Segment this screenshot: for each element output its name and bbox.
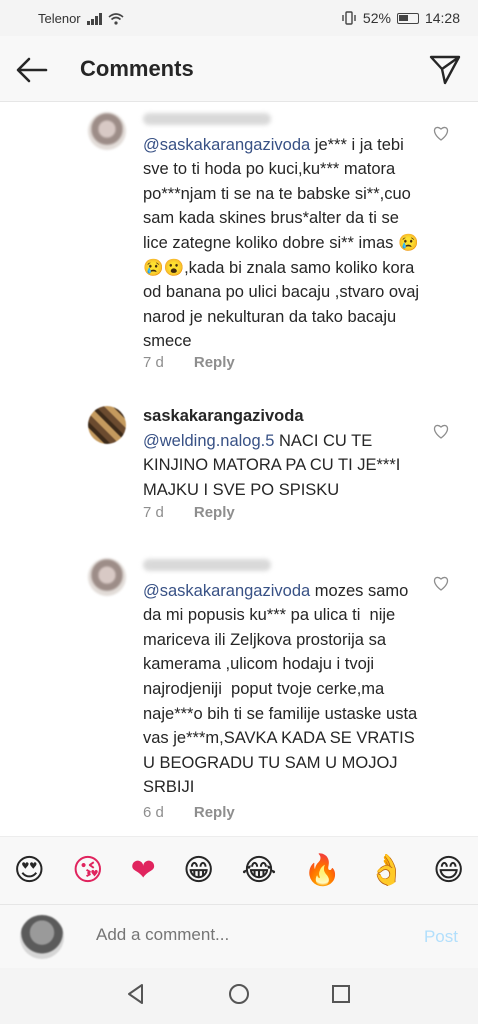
nav-recents-icon[interactable]	[329, 982, 353, 1006]
comment-meta: 7 d Reply	[143, 354, 235, 371]
reply-button[interactable]: Reply	[194, 354, 235, 371]
my-avatar	[20, 915, 64, 959]
heart-icon[interactable]	[432, 574, 450, 592]
comment-item: saskakarangazivoda @welding.nalog.5 NACI…	[0, 396, 478, 536]
mention-link[interactable]: @saskakarangazivoda	[143, 582, 310, 600]
system-nav-bar	[0, 968, 478, 1024]
arrow-left-icon[interactable]	[14, 52, 50, 88]
paper-plane-icon[interactable]	[428, 52, 462, 86]
comment-body: je*** i ja tebi sve to ti hoda po kuci,k…	[143, 135, 424, 351]
emoji-bar: 😍 😘 ❤ 😁 😂 🔥 👌 😄	[0, 836, 478, 904]
page-title: Comments	[80, 56, 194, 81]
comment-item: @saskakarangazivoda mozes samo da mi pop…	[0, 548, 478, 832]
comment-input[interactable]	[96, 925, 396, 945]
clock: 14:28	[424, 10, 460, 26]
status-left: Telenor	[38, 11, 124, 26]
comment-time: 7 d	[143, 504, 164, 521]
avatar[interactable]	[88, 558, 126, 596]
reply-button[interactable]: Reply	[194, 804, 235, 821]
comment-time: 6 d	[143, 804, 164, 821]
heart-icon[interactable]	[432, 124, 450, 142]
username-blurred[interactable]	[143, 559, 271, 571]
emoji-tears-of-joy[interactable]: 😂	[242, 853, 277, 888]
mention-link[interactable]: @saskakarangazivoda	[143, 136, 310, 154]
comment-text: @saskakarangazivoda je*** i ja tebi sve …	[143, 108, 421, 354]
comment-meta: 6 d Reply	[143, 804, 235, 821]
emoji-heart-eyes[interactable]: 😍	[14, 853, 45, 888]
username-blurred[interactable]	[143, 113, 271, 125]
emoji-smile[interactable]: 😄	[433, 853, 464, 888]
header: Comments	[0, 36, 478, 102]
avatar[interactable]	[88, 406, 126, 444]
comment-composer: Post	[0, 904, 478, 968]
emoji-red-heart[interactable]: ❤	[131, 853, 156, 888]
emoji-grin[interactable]: 😁	[183, 853, 214, 888]
comment-body: mozes samo da mi popusis ku*** pa ulica …	[143, 581, 422, 797]
comment-meta: 7 d Reply	[143, 504, 235, 521]
reply-button[interactable]: Reply	[194, 504, 235, 521]
comment-text: saskakarangazivoda @welding.nalog.5 NACI…	[143, 404, 421, 502]
post-button[interactable]: Post	[424, 927, 458, 947]
emoji-kiss[interactable]: 😘	[72, 853, 103, 888]
comment-text: @saskakarangazivoda mozes samo da mi pop…	[143, 554, 421, 800]
heart-icon[interactable]	[432, 422, 450, 440]
wifi-icon	[108, 12, 124, 25]
nav-home-icon[interactable]	[227, 982, 251, 1006]
emoji-ok-hand[interactable]: 👌	[368, 853, 405, 888]
mention-link[interactable]: @welding.nalog.5	[143, 432, 274, 450]
emoji-fire[interactable]: 🔥	[304, 853, 341, 888]
nav-back-icon[interactable]	[124, 982, 148, 1006]
status-right: 52% 14:28	[341, 10, 460, 26]
comment-username[interactable]: saskakarangazivoda	[143, 407, 304, 425]
status-bar: Telenor 52% 14:28	[0, 0, 478, 36]
comment-time: 7 d	[143, 354, 164, 371]
battery-percent: 52%	[362, 10, 391, 26]
vibrate-icon	[342, 11, 356, 25]
signal-icon	[86, 12, 102, 25]
battery-icon	[396, 12, 419, 24]
avatar[interactable]	[88, 112, 126, 150]
comment-item: @saskakarangazivoda je*** i ja tebi sve …	[0, 102, 478, 384]
carrier-label: Telenor	[38, 11, 81, 26]
